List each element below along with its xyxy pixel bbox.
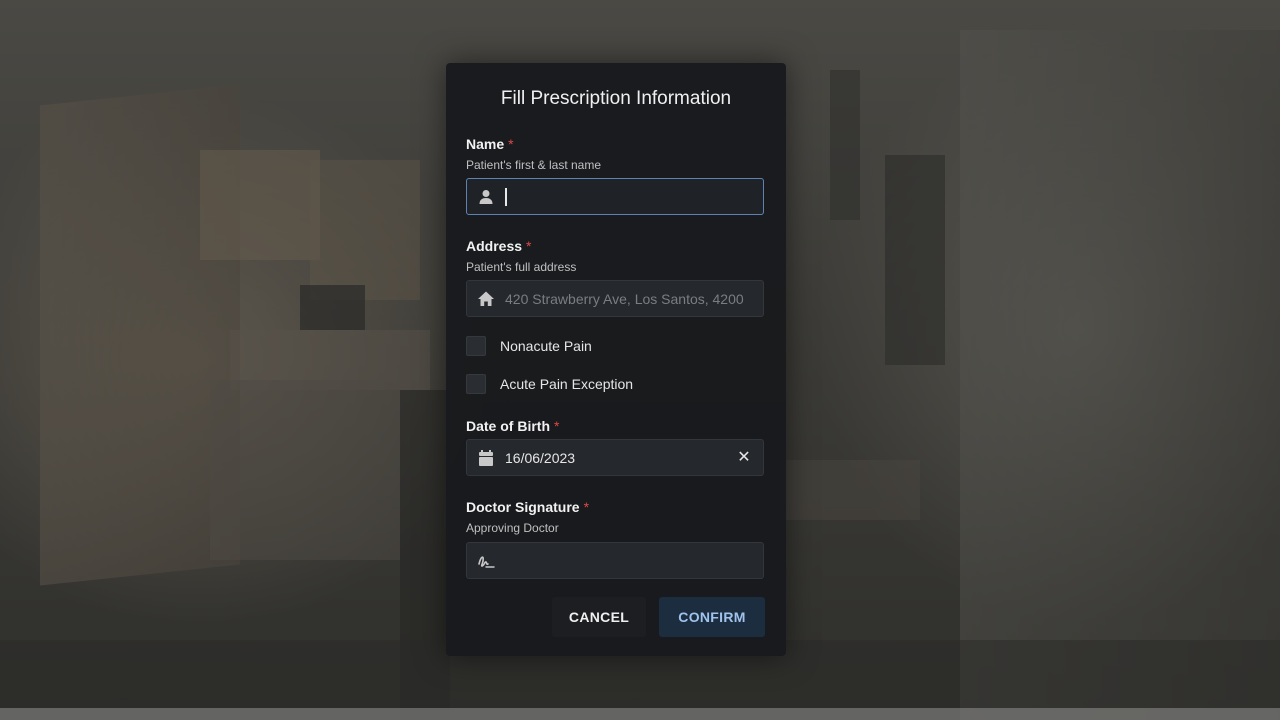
- doctor-signature-label-text: Doctor Signature: [466, 499, 580, 515]
- doctor-signature-input[interactable]: [505, 549, 755, 573]
- address-input[interactable]: [505, 287, 755, 311]
- scene-desk: [780, 460, 920, 520]
- address-description: Patient's full address: [466, 260, 577, 274]
- prescription-dialog: Fill Prescription Information Name * Pati…: [446, 63, 786, 656]
- scene-wall-panel: [830, 70, 860, 220]
- home-icon: [478, 291, 494, 306]
- scene-monitor: [300, 285, 365, 330]
- scene-wall: [960, 30, 1280, 720]
- dialog-title: Fill Prescription Information: [500, 88, 732, 109]
- nonacute-pain-label: Nonacute Pain: [500, 338, 592, 354]
- required-marker: *: [508, 136, 514, 152]
- scene-bottom-bar: [0, 708, 1280, 720]
- date-of-birth-field[interactable]: 16/06/2023 ✕: [466, 439, 764, 476]
- address-label: Address *: [466, 238, 531, 254]
- clear-date-icon[interactable]: ✕: [735, 449, 753, 467]
- scene-wall-panel: [885, 155, 945, 365]
- confirm-button[interactable]: CONFIRM: [659, 597, 765, 637]
- name-description: Patient's first & last name: [466, 158, 602, 172]
- calendar-icon: [479, 450, 493, 466]
- scene-box: [200, 150, 320, 260]
- name-label: Name *: [466, 136, 514, 152]
- doctor-signature-label: Doctor Signature *: [466, 499, 589, 515]
- name-label-text: Name: [466, 136, 505, 152]
- doctor-signature-description: Approving Doctor: [466, 521, 559, 535]
- checkbox-row-nonacute-pain[interactable]: Nonacute Pain: [466, 336, 666, 358]
- acute-pain-exception-checkbox[interactable]: [466, 374, 486, 394]
- address-field[interactable]: [466, 280, 764, 317]
- address-label-text: Address: [466, 238, 523, 254]
- signature-icon: [478, 556, 495, 568]
- person-icon: [479, 190, 493, 204]
- doctor-signature-field[interactable]: [466, 542, 764, 579]
- date-of-birth-label-text: Date of Birth: [466, 418, 550, 434]
- required-marker: *: [583, 499, 590, 515]
- required-marker: *: [554, 418, 560, 434]
- date-of-birth-value: 16/06/2023: [505, 450, 576, 466]
- nonacute-pain-checkbox[interactable]: [466, 336, 486, 356]
- scene-drawer: [210, 380, 400, 560]
- acute-pain-exception-label: Acute Pain Exception: [500, 376, 634, 392]
- name-field[interactable]: [466, 178, 764, 215]
- scene-box: [310, 160, 420, 300]
- cancel-button[interactable]: CANCEL: [552, 597, 646, 637]
- checkbox-row-acute-pain-exception[interactable]: Acute Pain Exception: [466, 374, 686, 396]
- date-of-birth-label: Date of Birth *: [466, 418, 559, 434]
- name-input[interactable]: [505, 185, 755, 209]
- required-marker: *: [526, 238, 532, 254]
